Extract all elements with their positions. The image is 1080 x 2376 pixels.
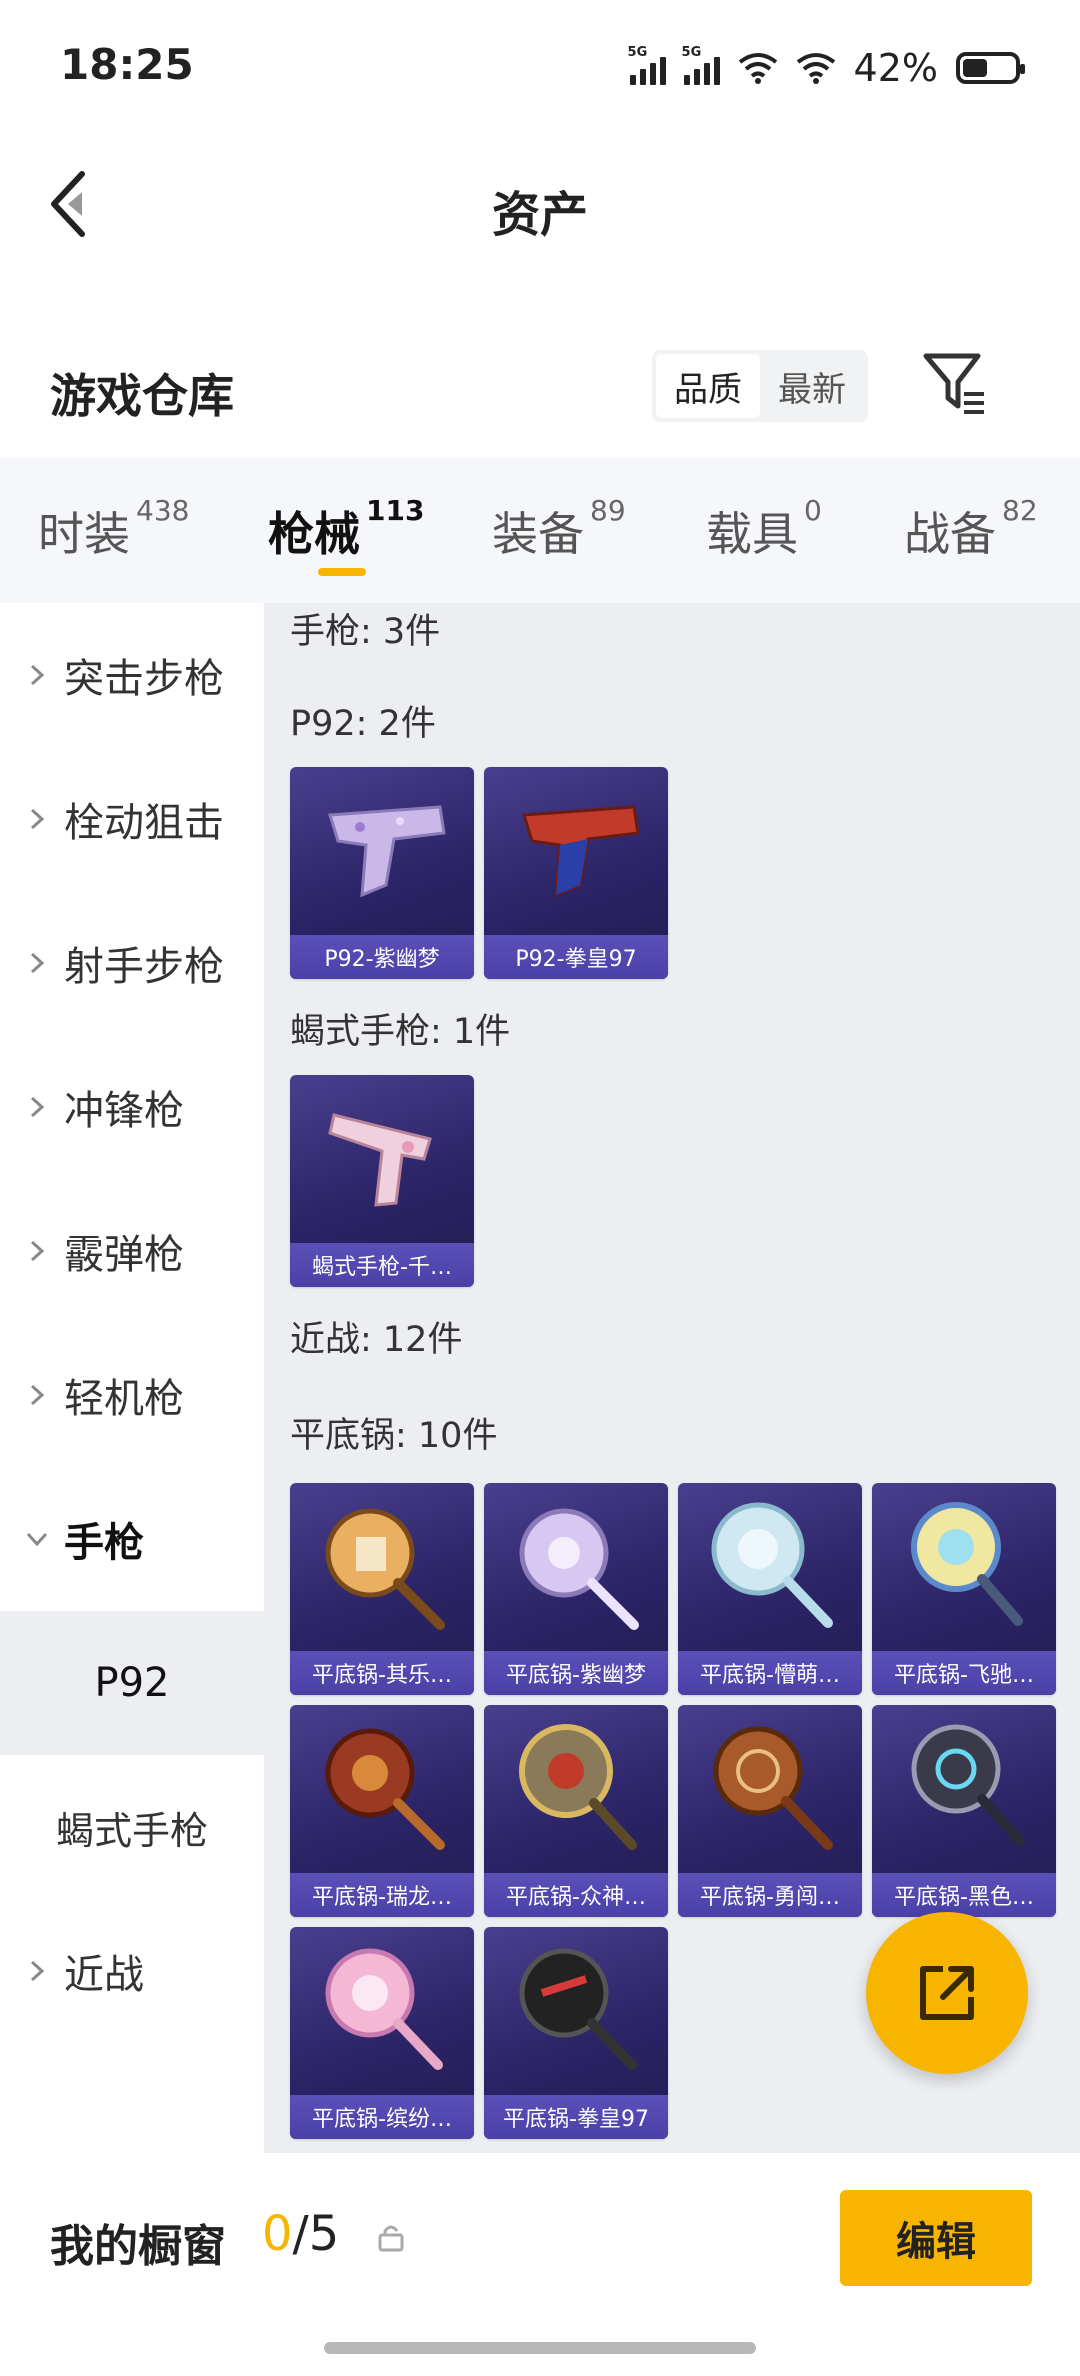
chevron-right-icon [30, 1096, 45, 1118]
nav-melee[interactable]: 近战 [0, 1899, 264, 2043]
item-card[interactable]: 平底锅-勇闯… [678, 1705, 862, 1917]
item-name: 平底锅-紫幽梦 [484, 1651, 668, 1695]
item-name: 平底锅-缤纷… [290, 2095, 474, 2139]
hotspot-icon [796, 53, 835, 84]
item-card[interactable]: 蝎式手枪-千… [290, 1075, 474, 1287]
sort-quality-button[interactable]: 品质 [656, 354, 760, 418]
weapon-category-nav: 突击步枪 栓动狙击 射手步枪 冲锋枪 霰弹枪 轻机枪 手枪 P92 蝎式手枪 近… [0, 603, 264, 2153]
edit-button[interactable]: 编辑 [840, 2190, 1032, 2286]
nav-assault-rifle[interactable]: 突击步枪 [0, 603, 264, 747]
active-tab-indicator [318, 568, 366, 576]
item-card[interactable]: P92-拳皇97 [484, 767, 668, 979]
chevron-right-icon [30, 1960, 45, 1982]
item-name: 平底锅-其乐… [290, 1651, 474, 1695]
chevron-right-icon [30, 808, 45, 830]
share-button[interactable] [866, 1912, 1028, 2074]
share-icon [920, 1966, 974, 2020]
nav-smg[interactable]: 冲锋枪 [0, 1035, 264, 1179]
frying-pan-icon [325, 1948, 443, 2070]
tab-vehicles[interactable]: 载具 0 [706, 494, 822, 564]
sort-newest-button[interactable]: 最新 [760, 354, 864, 418]
frying-pan-icon [911, 1724, 1025, 1846]
tab-equipment[interactable]: 装备 89 [492, 494, 626, 564]
item-name: P92-拳皇97 [484, 935, 668, 979]
category-tabs: 时装 438 枪械 113 装备 89 载具 0 战备 82 [0, 458, 1080, 603]
group-header-pistol: 手枪: 3件 [290, 612, 441, 652]
battery-percent: 42% [853, 46, 938, 90]
battery-icon [956, 52, 1025, 84]
frying-pan-icon [325, 1728, 445, 1850]
warehouse-title: 游戏仓库 [50, 369, 234, 423]
chevron-right-icon [30, 952, 45, 974]
pistol-icon [328, 1113, 432, 1207]
tab-firearms[interactable]: 枪械 113 [268, 494, 424, 564]
lock-icon [378, 2225, 404, 2252]
item-card[interactable]: 平底锅-飞驰… [872, 1483, 1056, 1695]
item-name: 平底锅-黑色… [872, 1873, 1056, 1917]
item-card[interactable]: 平底锅-缤纷… [290, 1927, 474, 2139]
item-card[interactable]: 平底锅-其乐… [290, 1483, 474, 1695]
item-name: P92-紫幽梦 [290, 935, 474, 979]
pistol-icon [328, 805, 446, 898]
nav-shotgun[interactable]: 霰弹枪 [0, 1179, 264, 1323]
sort-toggle: 品质 最新 [652, 350, 868, 422]
item-name: 平底锅-勇闯… [678, 1873, 862, 1917]
status-icons: 5G 5G 42% [628, 45, 1025, 90]
group-header-melee: 近战: 12件 [290, 1320, 463, 1360]
cellular-signal-icon-2: 5G [682, 45, 720, 85]
frying-pan-icon [519, 1508, 639, 1630]
showcase-count: 0/5 [262, 2206, 340, 2262]
frying-pan-icon [519, 1724, 637, 1850]
item-name: 平底锅-飞驰… [872, 1651, 1056, 1695]
item-card[interactable]: 平底锅-众神… [484, 1705, 668, 1917]
nav-bolt-sniper[interactable]: 栓动狙击 [0, 747, 264, 891]
item-card[interactable]: P92-紫幽梦 [290, 767, 474, 979]
page-title: 资产 [491, 187, 588, 243]
showcase-label: 我的橱窗 [50, 2221, 226, 2272]
home-indicator[interactable] [324, 2342, 756, 2354]
nav-lmg[interactable]: 轻机枪 [0, 1323, 264, 1467]
item-name: 平底锅-众神… [484, 1873, 668, 1917]
nav-marksman-rifle[interactable]: 射手步枪 [0, 891, 264, 1035]
nav-sub-p92[interactable]: P92 [0, 1611, 264, 1755]
filter-icon[interactable] [920, 350, 990, 420]
chevron-right-icon [30, 1240, 45, 1262]
cellular-signal-icon: 5G [628, 45, 666, 85]
nav-pistol[interactable]: 手枪 [0, 1467, 264, 1611]
frying-pan-icon [911, 1502, 1023, 1626]
item-name: 蝎式手枪-千… [290, 1243, 474, 1287]
group-header-p92: P92: 2件 [290, 704, 436, 744]
tab-gear[interactable]: 战备 82 [904, 494, 1038, 564]
nav-sub-scorpion[interactable]: 蝎式手枪 [0, 1755, 264, 1899]
chevron-right-icon [30, 664, 45, 686]
chevron-right-icon [30, 1384, 45, 1406]
status-time: 18:25 [60, 40, 194, 89]
item-name: 平底锅-拳皇97 [484, 2095, 668, 2139]
frying-pan-icon [519, 1948, 637, 2070]
pistol-icon [522, 805, 640, 898]
group-header-scorpion: 蝎式手枪: 1件 [290, 1012, 511, 1052]
item-card[interactable]: 平底锅-拳皇97 [484, 1927, 668, 2139]
item-card[interactable]: 平底锅-紫幽梦 [484, 1483, 668, 1695]
item-card[interactable]: 平底锅-瑞龙… [290, 1705, 474, 1917]
frying-pan-icon [325, 1508, 445, 1630]
item-card[interactable]: 平底锅-懵萌… [678, 1483, 862, 1695]
chevron-down-icon [26, 1532, 48, 1547]
tab-fashion[interactable]: 时装 438 [38, 494, 189, 564]
item-name: 平底锅-瑞龙… [290, 1873, 474, 1917]
frying-pan-icon [713, 1726, 833, 1850]
item-name: 平底锅-懵萌… [678, 1651, 862, 1695]
frying-pan-icon [711, 1502, 833, 1628]
item-card[interactable]: 平底锅-黑色… [872, 1705, 1056, 1917]
wifi-icon [738, 53, 777, 84]
group-header-pan: 平底锅: 10件 [290, 1416, 498, 1456]
